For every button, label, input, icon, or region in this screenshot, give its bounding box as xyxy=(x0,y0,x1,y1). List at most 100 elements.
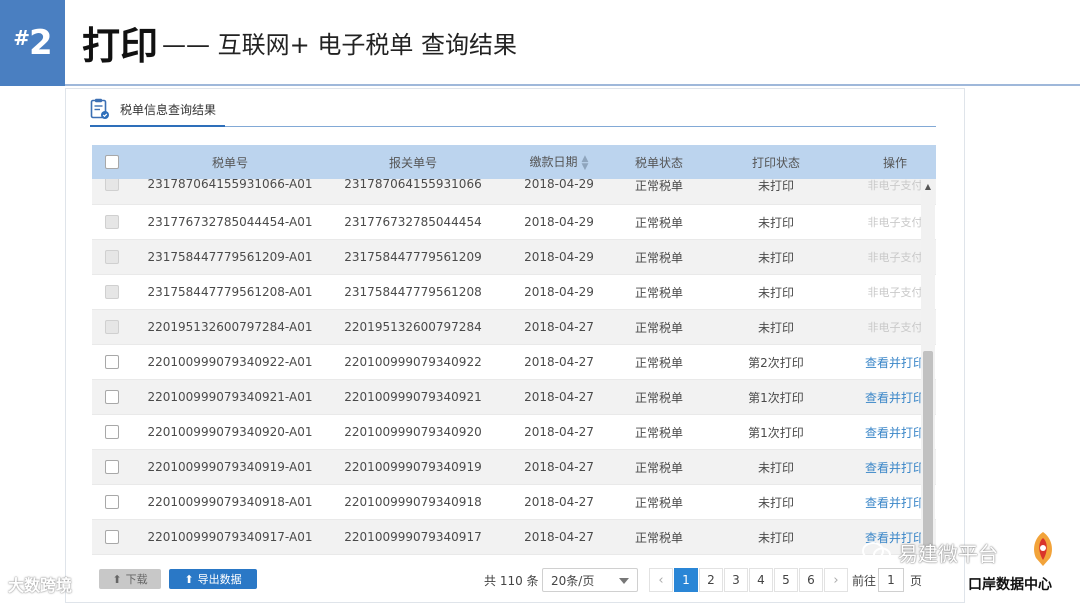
download-icon: ⬆ xyxy=(112,572,122,586)
page-size-value: 20条/页 xyxy=(551,573,595,588)
table-body: 231787064155931066-A01 231787064155931066… xyxy=(92,177,936,555)
cell-print-status: 未打印 xyxy=(757,285,794,300)
header-print-status: 打印状态 xyxy=(751,155,800,170)
cell-tax-no: 231776732785044454-A01 xyxy=(147,215,313,229)
row-checkbox[interactable] xyxy=(105,390,119,404)
port-logo-icon xyxy=(1034,532,1052,566)
title-divider xyxy=(65,84,1080,86)
cell-print-status: 第2次打印 xyxy=(748,355,804,370)
cell-declaration-no: 231776732785044454 xyxy=(344,215,482,229)
goto-page-input[interactable]: 1 xyxy=(878,568,904,592)
page-button[interactable]: 3 xyxy=(724,568,748,592)
page-button[interactable]: 4 xyxy=(749,568,773,592)
cell-tax-no: 220100999079340920-A01 xyxy=(147,425,313,439)
slide-number-badge: #2 xyxy=(0,0,65,86)
cell-print-status: 未打印 xyxy=(757,320,794,335)
cell-declaration-no: 220100999079340917 xyxy=(344,530,482,544)
row-checkbox-cell xyxy=(92,177,132,191)
header-operation: 操作 xyxy=(882,155,907,170)
cell-tax-status: 正常税单 xyxy=(634,460,683,475)
cell-declaration-no: 220100999079340922 xyxy=(344,355,482,369)
header-declaration-no: 报关单号 xyxy=(388,155,437,170)
header-payment-date[interactable]: 缴款日期 ▲ ▼ xyxy=(498,153,620,171)
table-row: 220100999079340920-A01 220100999079340920… xyxy=(92,415,936,450)
sort-icon[interactable]: ▲ ▼ xyxy=(582,154,589,171)
total-count: 共 110 条 xyxy=(484,574,539,588)
scroll-up-arrow-icon[interactable]: ▲ xyxy=(921,179,935,193)
panel-title: 税单信息查询结果 xyxy=(120,102,217,117)
cell-declaration-no: 231787064155931066 xyxy=(344,177,482,191)
cell-tax-no: 220100999079340921-A01 xyxy=(147,390,313,404)
cell-payment-date: 2018-04-29 xyxy=(524,215,594,229)
export-button-label: 导出数据 xyxy=(197,573,242,586)
table-row: 220100999079340919-A01 220100999079340919… xyxy=(92,450,936,485)
row-checkbox[interactable] xyxy=(105,530,119,544)
cell-tax-no: 220100999079340918-A01 xyxy=(147,495,313,509)
page-button[interactable]: 1 xyxy=(674,568,698,592)
row-checkbox-cell xyxy=(92,355,132,369)
row-checkbox xyxy=(105,215,119,229)
cell-tax-status: 正常税单 xyxy=(634,355,683,370)
page-button[interactable]: 6 xyxy=(799,568,823,592)
table-row: 220100999079340918-A01 220100999079340918… xyxy=(92,485,936,520)
slide-title-sub: —— 互联网+ 电子税单 查询结果 xyxy=(162,30,518,59)
header-tax-no: 税单号 xyxy=(211,155,248,170)
cell-print-status: 未打印 xyxy=(757,250,794,265)
cell-tax-no: 220100999079340922-A01 xyxy=(147,355,313,369)
cell-tax-status: 正常税单 xyxy=(634,390,683,405)
clipboard-icon xyxy=(90,98,110,120)
row-checkbox[interactable] xyxy=(105,355,119,369)
watermark-right: 口岸数据中心 xyxy=(968,577,1052,593)
next-page-button[interactable]: › xyxy=(824,568,848,592)
cell-tax-status: 正常税单 xyxy=(634,495,683,510)
watermark-left-text: 大数跨境 xyxy=(8,576,73,595)
page-button[interactable]: 5 xyxy=(774,568,798,592)
cell-declaration-no: 220100999079340921 xyxy=(344,390,482,404)
row-checkbox-cell xyxy=(92,285,132,299)
watermark-wechat-text: 易建微平台 xyxy=(898,542,998,566)
wechat-icon xyxy=(862,541,891,562)
export-data-button[interactable]: ⬆ 导出数据 xyxy=(169,569,257,589)
cell-tax-no: 220100999079340917-A01 xyxy=(147,530,313,544)
download-button-label: 下载 xyxy=(125,573,148,586)
slide-title-main: 打印 xyxy=(82,23,159,68)
cell-tax-no: 220195132600797284-A01 xyxy=(147,320,313,334)
cell-payment-date: 2018-04-27 xyxy=(524,495,594,509)
watermark-wechat: 易建微平台 xyxy=(862,538,998,567)
row-checkbox[interactable] xyxy=(105,425,119,439)
row-checkbox-cell xyxy=(92,320,132,334)
row-checkbox[interactable] xyxy=(105,460,119,474)
cell-payment-date: 2018-04-27 xyxy=(524,390,594,404)
cell-declaration-no: 231758447779561208 xyxy=(344,285,482,299)
scrollbar-thumb[interactable] xyxy=(923,351,933,547)
row-checkbox[interactable] xyxy=(105,495,119,509)
row-checkbox-cell xyxy=(92,530,132,544)
row-checkbox-cell xyxy=(92,460,132,474)
table-scrollbar[interactable]: ▲ xyxy=(921,179,935,555)
table-row: 220100999079340922-A01 220100999079340922… xyxy=(92,345,936,380)
cell-payment-date: 2018-04-29 xyxy=(524,285,594,299)
table-row: 231758447779561208-A01 231758447779561208… xyxy=(92,275,936,310)
cell-payment-date: 2018-04-27 xyxy=(524,530,594,544)
cell-declaration-no: 220100999079340918 xyxy=(344,495,482,509)
row-checkbox xyxy=(105,250,119,264)
page-size-select[interactable]: 20条/页 xyxy=(542,568,638,592)
row-checkbox-cell xyxy=(92,425,132,439)
cell-tax-status: 正常税单 xyxy=(634,425,683,440)
cell-payment-date: 2018-04-29 xyxy=(524,250,594,264)
row-checkbox-cell xyxy=(92,215,132,229)
prev-page-button[interactable]: ‹ xyxy=(649,568,673,592)
slide-number-hash: # xyxy=(13,26,30,50)
cell-tax-no: 231787064155931066-A01 xyxy=(147,177,313,191)
row-checkbox-cell xyxy=(92,495,132,509)
goto-unit: 页 xyxy=(910,574,923,588)
select-all-checkbox[interactable] xyxy=(105,155,119,169)
cell-declaration-no: 220100999079340920 xyxy=(344,425,482,439)
download-button[interactable]: ⬆ 下载 xyxy=(99,569,161,589)
select-all-cell xyxy=(92,155,132,169)
table-row: 231758447779561209-A01 231758447779561209… xyxy=(92,240,936,275)
page-button[interactable]: 2 xyxy=(699,568,723,592)
tax-table: 税单号 报关单号 缴款日期 ▲ ▼ 税单状态 打印状态 操作 23178706415… xyxy=(92,145,936,555)
cell-tax-no: 231758447779561209-A01 xyxy=(147,250,313,264)
cell-tax-status: 正常税单 xyxy=(634,179,683,193)
